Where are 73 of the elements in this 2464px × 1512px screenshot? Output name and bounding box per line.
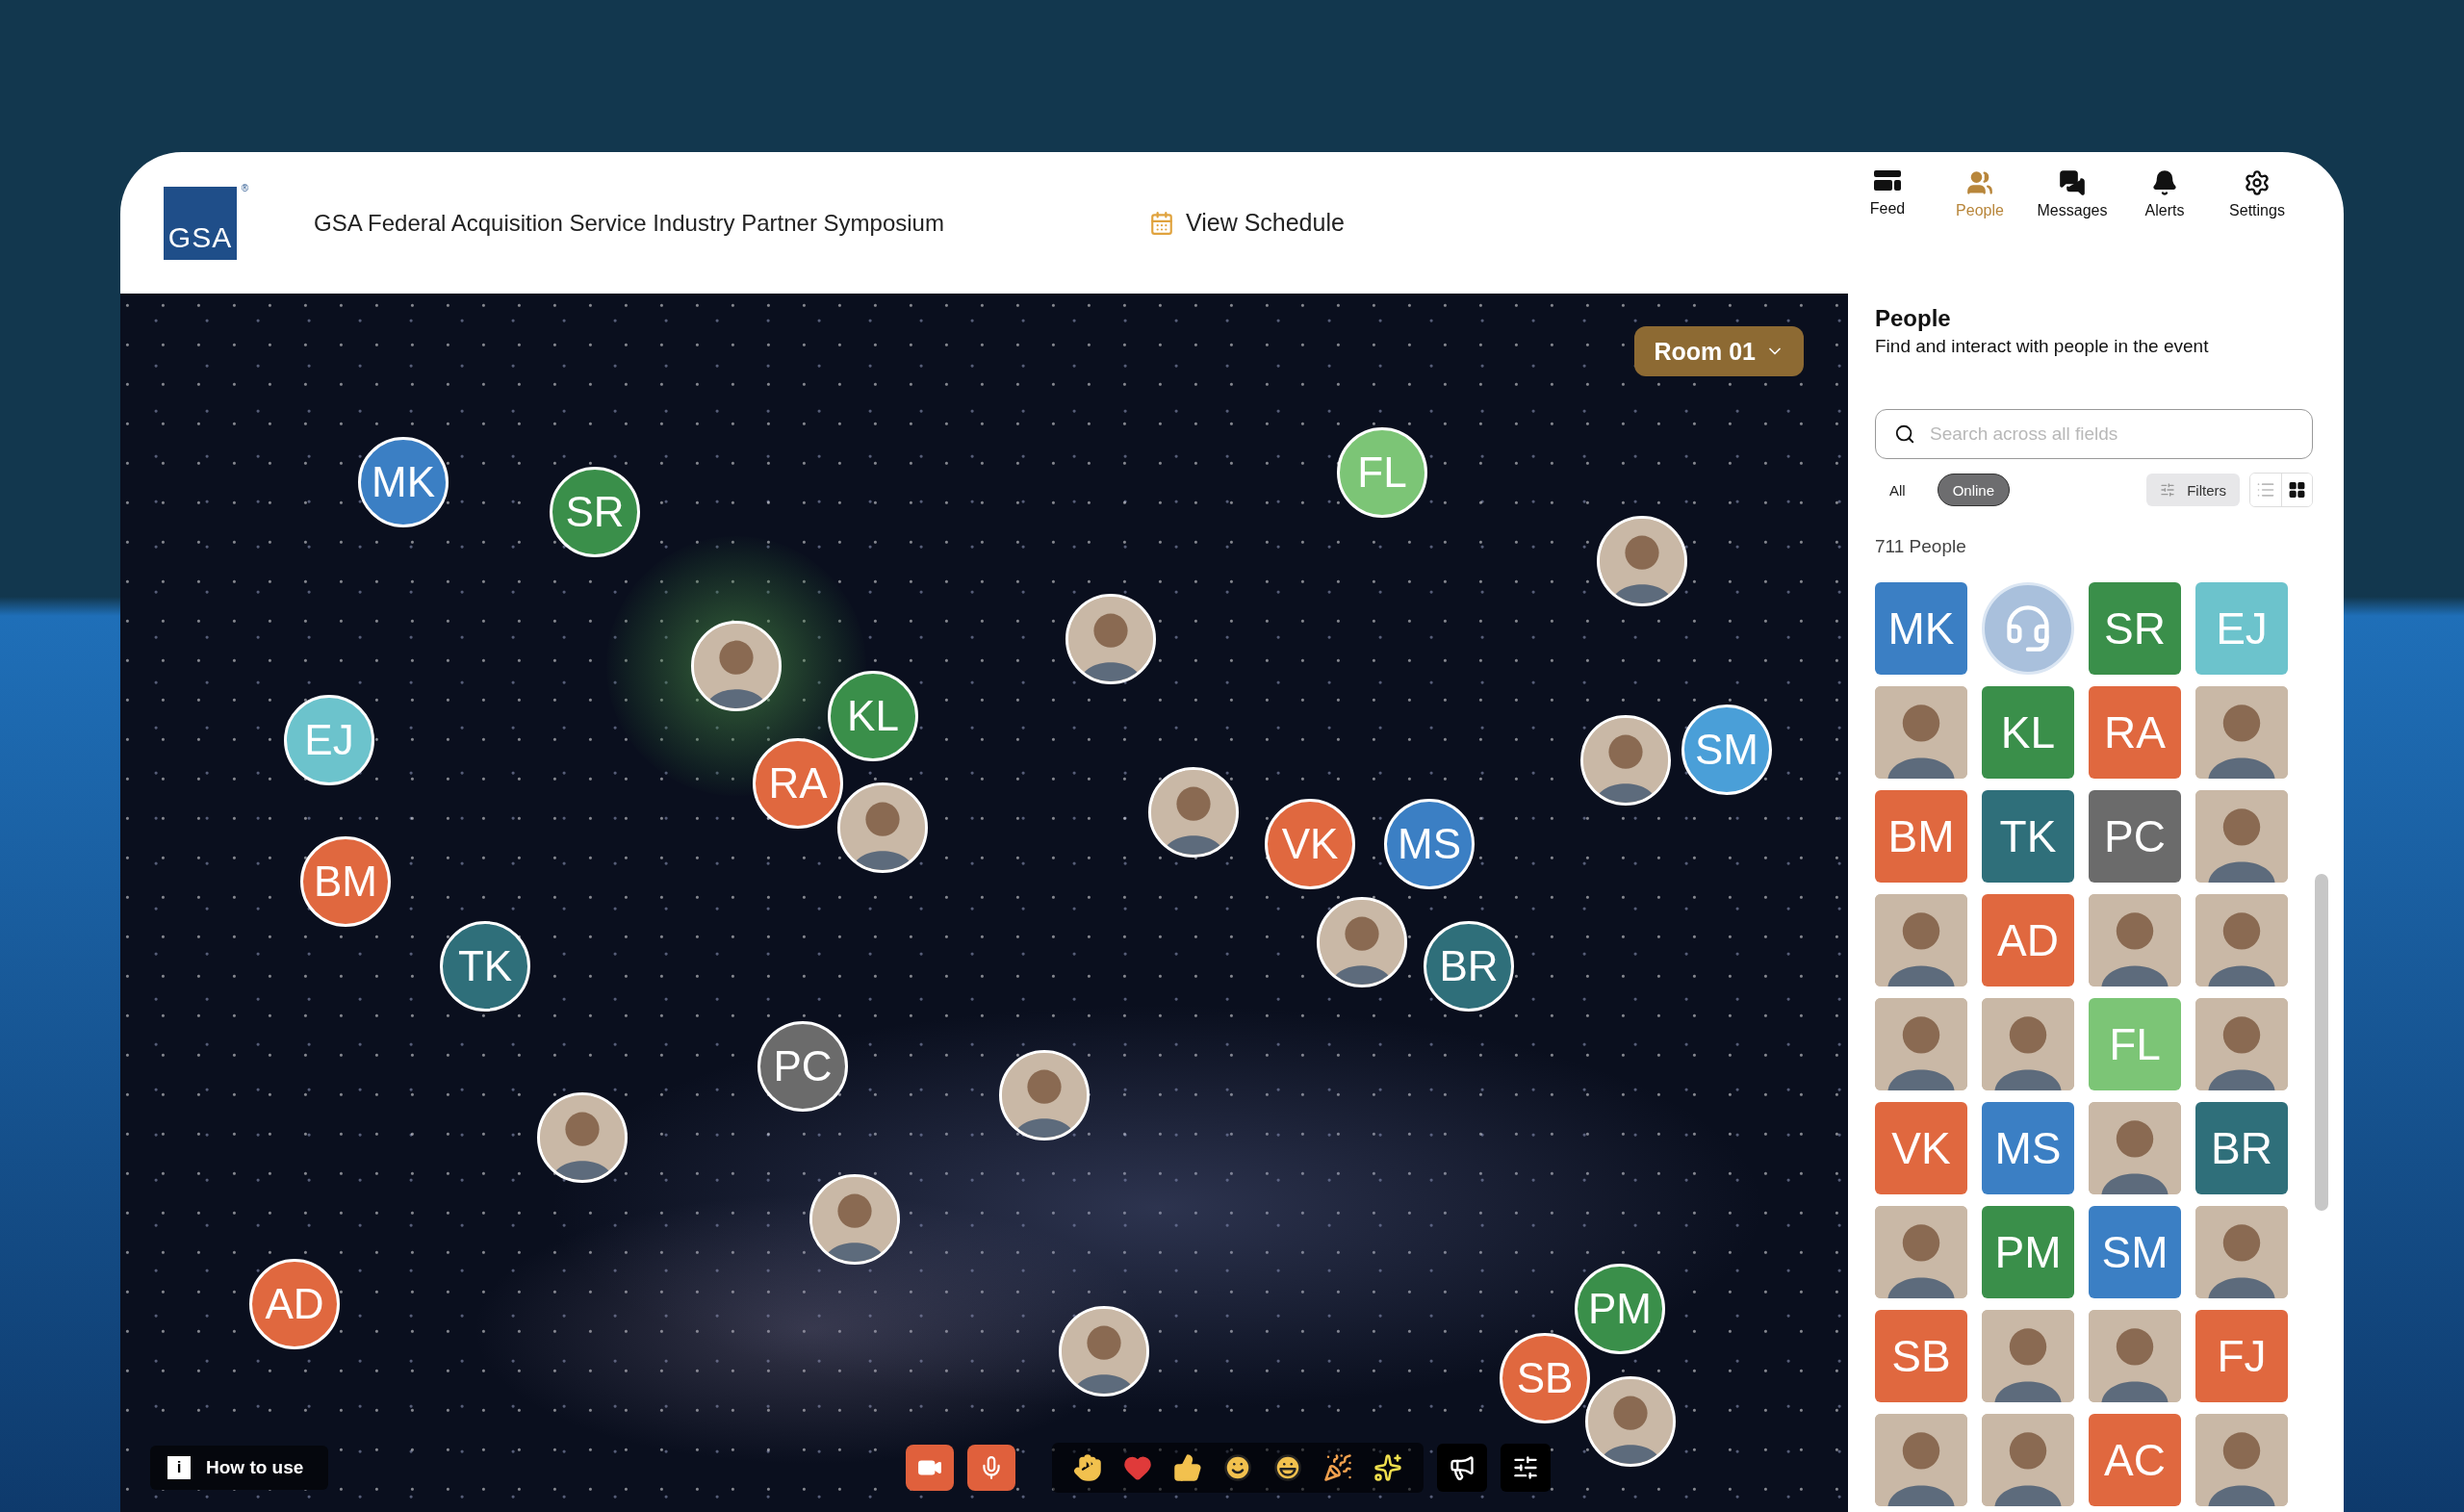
avatar-initials[interactable]: MK xyxy=(358,437,449,527)
avatar-initials[interactable]: KL xyxy=(1982,686,2074,779)
avatar-initials[interactable]: FJ xyxy=(2195,1310,2288,1402)
scrollbar-thumb[interactable] xyxy=(2315,874,2328,1211)
nav-tab[interactable]: Alerts xyxy=(2118,169,2211,219)
avatar-initials[interactable]: SM xyxy=(1681,705,1772,795)
avatar-initials[interactable]: SR xyxy=(550,467,640,557)
view-schedule-link[interactable]: View Schedule xyxy=(1148,209,1345,237)
messages-icon xyxy=(2059,169,2086,196)
sliders-icon xyxy=(1512,1454,1540,1481)
avatar-initials[interactable]: MS xyxy=(1982,1102,2074,1194)
avatar-initials[interactable]: PM xyxy=(1982,1206,2074,1298)
avatar-initials[interactable]: VK xyxy=(1265,799,1355,889)
info-icon: i xyxy=(167,1456,191,1479)
panel-subtitle: Find and interact with people in the event xyxy=(1875,336,2210,357)
nav-tab[interactable]: Settings xyxy=(2211,169,2303,219)
party-popper-icon[interactable] xyxy=(1323,1453,1353,1482)
avatar-initials[interactable]: TK xyxy=(1982,790,2074,883)
search-icon xyxy=(1894,423,1915,445)
filters-button[interactable]: Filters xyxy=(2146,474,2240,506)
calendar-icon xyxy=(1148,210,1174,236)
avatar-initials[interactable]: MK xyxy=(1875,582,1967,675)
people-icon xyxy=(1966,169,1993,196)
avatar-initials[interactable]: PC xyxy=(2089,790,2181,883)
room-dropdown[interactable]: Room 01 xyxy=(1634,326,1804,376)
nav-tab[interactable]: Feed xyxy=(1841,169,1934,219)
thumbs-up-icon[interactable] xyxy=(1173,1453,1203,1482)
camera-button[interactable] xyxy=(906,1445,955,1491)
registered-mark: ® xyxy=(241,182,248,193)
nav-tab[interactable]: People xyxy=(1934,169,2026,219)
avatar-initials[interactable]: AD xyxy=(1982,894,2074,987)
avatar-initials[interactable]: BR xyxy=(2195,1102,2288,1194)
avatar-initials[interactable]: SB xyxy=(1500,1333,1590,1423)
avatar-initials[interactable]: MS xyxy=(1384,799,1475,889)
laughing-face-icon[interactable] xyxy=(1273,1453,1303,1482)
avatar-initials[interactable]: EJ xyxy=(2195,582,2288,675)
avatar-initials[interactable]: RA xyxy=(753,738,843,829)
grid-view-button[interactable] xyxy=(2281,474,2312,506)
avatar-initials[interactable]: SM xyxy=(2089,1206,2181,1298)
avatar-initials[interactable]: KL xyxy=(828,671,918,761)
microphone-button[interactable] xyxy=(967,1445,1016,1491)
how-to-use-button[interactable]: i How to use xyxy=(150,1446,329,1490)
search-field[interactable]: Search across all fields xyxy=(1875,409,2313,459)
panel-title: People xyxy=(1875,305,1952,332)
avatar-initials[interactable]: BM xyxy=(300,836,391,927)
avatar-initials[interactable]: TK xyxy=(440,921,530,1012)
alerts-icon xyxy=(2151,169,2178,196)
avatar-initials[interactable]: PM xyxy=(1575,1264,1665,1354)
event-title: GSA Federal Acquisition Service Industry Partner Symposium xyxy=(314,209,944,237)
megaphone-button[interactable] xyxy=(1437,1444,1488,1492)
list-icon xyxy=(2256,480,2275,500)
avatar-initials[interactable]: PC xyxy=(757,1021,848,1112)
megaphone-icon xyxy=(1449,1454,1476,1481)
avatar-initials[interactable]: VK xyxy=(1875,1102,1967,1194)
people-count: 711 People xyxy=(1875,536,1967,557)
avatar-initials[interactable]: BM xyxy=(1875,790,1967,883)
avatar-initials[interactable]: EJ xyxy=(284,695,374,785)
grid-icon xyxy=(2288,480,2306,500)
avatar-initials[interactable]: SR xyxy=(2089,582,2181,675)
avatar-initials[interactable]: RA xyxy=(2089,686,2181,779)
avatar-initials[interactable]: BR xyxy=(1424,921,1514,1012)
settings-sliders-button[interactable] xyxy=(1501,1444,1552,1492)
filter-chip[interactable]: All xyxy=(1875,474,1920,506)
avatar-initials[interactable]: AD xyxy=(249,1259,340,1349)
avatar-initials[interactable]: FL xyxy=(1337,427,1427,518)
settings-icon xyxy=(2244,169,2271,196)
filter-chip[interactable]: Online xyxy=(1937,474,2011,506)
nav-tab[interactable]: Messages xyxy=(2026,169,2118,219)
avatar-initials[interactable]: SB xyxy=(1875,1310,1967,1402)
sliders-icon xyxy=(2160,482,2176,498)
logo-text: GSA xyxy=(167,220,233,254)
avatar-initials[interactable]: FL xyxy=(2089,998,2181,1090)
avatar-initials[interactable]: AC xyxy=(2089,1414,2181,1506)
